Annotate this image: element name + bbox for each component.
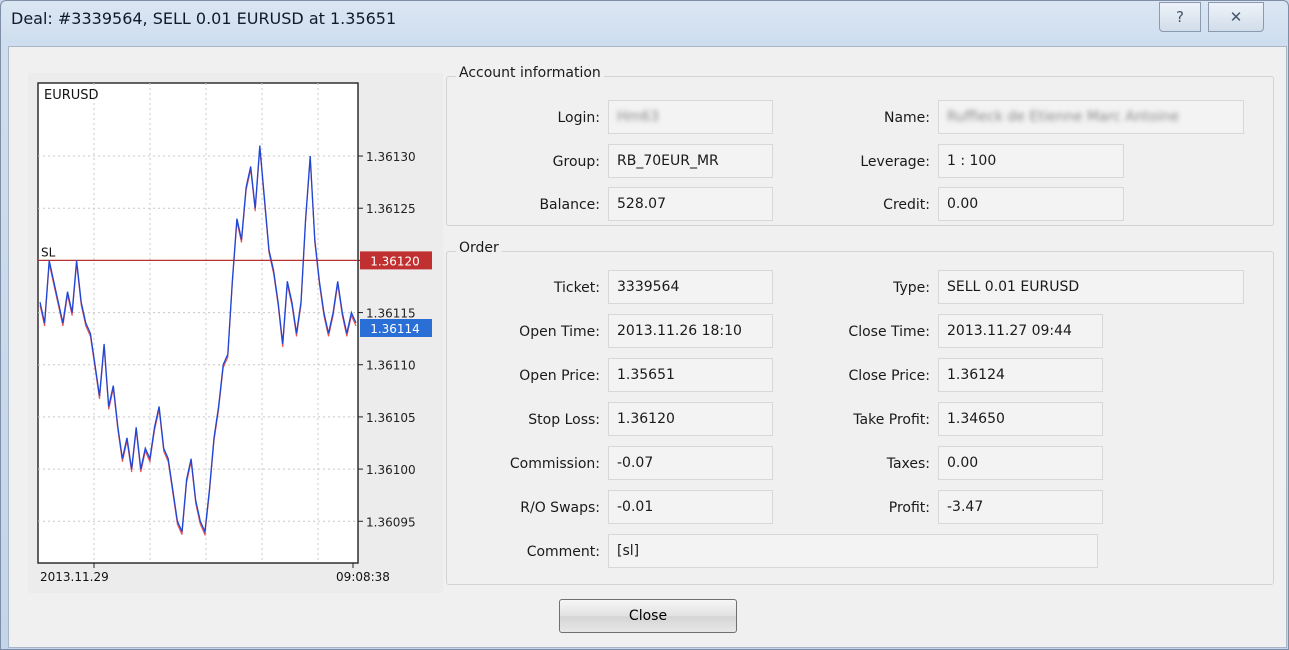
take-profit-value: 1.34650: [947, 411, 1005, 427]
group-label: Group:: [552, 154, 600, 170]
y-tick-label: 1.36100: [366, 463, 416, 477]
profit-field[interactable]: -3.47: [938, 490, 1103, 524]
balance-field[interactable]: 528.07: [608, 187, 773, 221]
y-tick-label: 1.36095: [366, 515, 416, 529]
type-field[interactable]: SELL 0.01 EURUSD: [938, 270, 1244, 304]
sl-label: SL: [41, 245, 56, 259]
open-price-field[interactable]: 1.35651: [608, 358, 773, 392]
profit-value: -3.47: [947, 499, 984, 515]
y-tick-label: 1.36125: [366, 202, 416, 216]
sl-price-label: 1.36120: [370, 254, 420, 268]
close-time-field[interactable]: 2013.11.27 09:44: [938, 314, 1103, 348]
leverage-field[interactable]: 1 : 100: [938, 144, 1124, 178]
swaps-field[interactable]: -0.01: [608, 490, 773, 524]
commission-label: Commission:: [509, 456, 600, 472]
credit-label: Credit:: [883, 197, 930, 213]
open-time-label: Open Time:: [519, 324, 600, 340]
close-time-value: 2013.11.27 09:44: [947, 323, 1072, 339]
y-tick-label: 1.36115: [366, 307, 416, 321]
open-price-value: 1.35651: [617, 367, 675, 383]
open-time-field[interactable]: 2013.11.26 18:10: [608, 314, 773, 348]
login-value: Hm63: [617, 109, 659, 125]
ticket-field[interactable]: 3339564: [608, 270, 773, 304]
stop-loss-value: 1.36120: [617, 411, 675, 427]
ticket-label: Ticket:: [553, 280, 600, 296]
take-profit-field[interactable]: 1.34650: [938, 402, 1103, 436]
price-chart-svg: 1.36130 1.36125 1.36120 1.361151.36114 1.361…: [37, 82, 432, 584]
swaps-value: -0.01: [617, 499, 654, 515]
close-price-value: 1.36124: [947, 367, 1005, 383]
close-price-field[interactable]: 1.36124: [938, 358, 1103, 392]
name-field[interactable]: Ruffieck de Etienne Marc Antoine: [938, 100, 1244, 134]
group-value: RB_70EUR_MR: [617, 153, 719, 169]
window-title: Deal: #3339564, SELL 0.01 EURUSD at 1.35…: [11, 9, 397, 28]
y-tick-label: 1.36130: [366, 150, 416, 164]
stop-loss-label: Stop Loss:: [528, 412, 600, 428]
order-title: Order: [456, 240, 502, 256]
comment-value: [sl]: [617, 543, 640, 559]
commission-value: -0.07: [617, 455, 654, 471]
close-time-label: Close Time:: [848, 324, 930, 340]
group-field[interactable]: RB_70EUR_MR: [608, 144, 773, 178]
login-label: Login:: [557, 110, 601, 126]
take-profit-label: Take Profit:: [853, 412, 930, 428]
window-close-button[interactable]: ✕: [1208, 2, 1264, 32]
close-button[interactable]: Close: [559, 599, 737, 633]
x-label-start: 2013.11.29: [40, 570, 109, 584]
deal-dialog: Deal: #3339564, SELL 0.01 EURUSD at 1.35…: [0, 0, 1289, 650]
account-information-title: Account information: [456, 65, 604, 81]
name-value: Ruffieck de Etienne Marc Antoine: [947, 109, 1180, 125]
type-label: Type:: [893, 280, 930, 296]
name-label: Name:: [883, 110, 930, 126]
commission-field[interactable]: -0.07: [608, 446, 773, 480]
current-price-label: 1.36114: [370, 322, 420, 336]
stop-loss-field[interactable]: 1.36120: [608, 402, 773, 436]
taxes-field[interactable]: 0.00: [938, 446, 1103, 480]
close-price-label: Close Price:: [848, 368, 930, 384]
taxes-label: Taxes:: [886, 456, 930, 472]
help-button[interactable]: ?: [1159, 2, 1201, 32]
y-tick-label: 1.36105: [366, 411, 416, 425]
credit-value: 0.00: [947, 196, 979, 212]
balance-value: 528.07: [617, 196, 666, 212]
dialog-content: 1.36130 1.36125 1.36120 1.36115 1.36114 1.361…: [8, 46, 1287, 648]
type-value: SELL 0.01 EURUSD: [947, 279, 1080, 295]
login-field[interactable]: Hm63: [608, 100, 773, 134]
credit-field[interactable]: 0.00: [938, 187, 1124, 221]
chart-symbol: EURUSD: [44, 88, 99, 103]
balance-label: Balance:: [539, 197, 600, 213]
y-tick-label: 1.36110: [366, 359, 416, 373]
x-label-end: 09:08:38: [336, 570, 390, 584]
open-price-label: Open Price:: [519, 368, 600, 384]
comment-label: Comment:: [526, 544, 600, 560]
open-time-value: 2013.11.26 18:10: [617, 323, 742, 339]
ticket-value: 3339564: [617, 279, 680, 295]
comment-field[interactable]: [sl]: [608, 534, 1098, 568]
leverage-label: Leverage:: [860, 154, 930, 170]
leverage-value: 1 : 100: [947, 153, 997, 169]
help-icon: ?: [1176, 8, 1184, 26]
price-chart: 1.36130 1.36125 1.36120 1.36115 1.36114 1.361…: [28, 73, 443, 593]
swaps-label: R/O Swaps:: [520, 500, 600, 516]
close-icon: ✕: [1229, 8, 1243, 26]
taxes-value: 0.00: [947, 455, 979, 471]
profit-label: Profit:: [888, 500, 930, 516]
